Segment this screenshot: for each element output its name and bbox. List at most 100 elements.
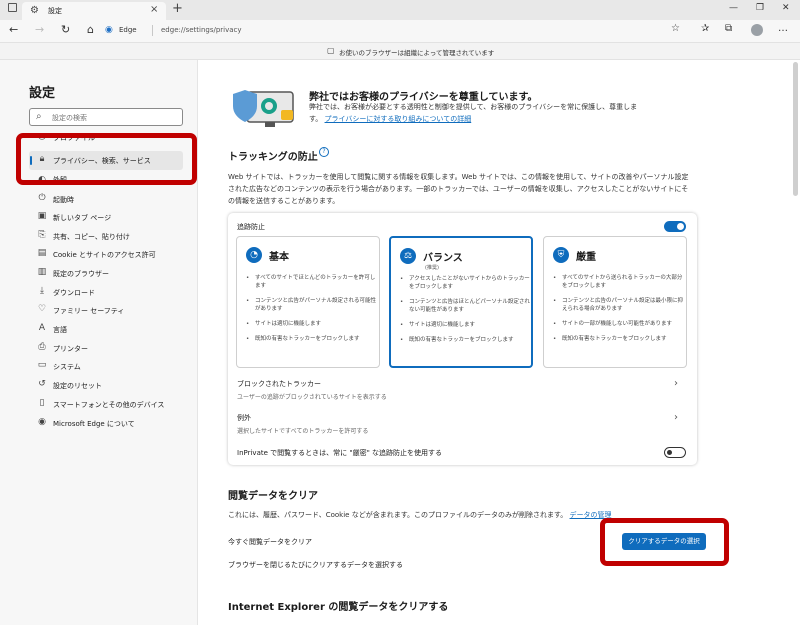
sidebar-item-printers[interactable]: ⎙ プリンター [29, 339, 183, 358]
toggle-knob [677, 223, 684, 230]
bullet: すべてのサイトでほとんどのトラッカーを許可します [246, 274, 376, 290]
sidebar-item-startup[interactable]: ⏻ 起動時 [29, 190, 183, 209]
managed-notice: お使いのブラウザーは組織によって管理されています [339, 49, 495, 57]
option-bullets: すべてのサイトから送られるトラッカーの大部分をブロックします コンテンツと広告の… [553, 274, 683, 350]
new-tab-button[interactable]: + [172, 1, 183, 16]
close-window-button[interactable]: ✕ [782, 3, 790, 13]
favorites-icon[interactable]: ✰ [701, 23, 709, 34]
gear-icon: ⚙ [30, 5, 39, 16]
collections-icon[interactable]: ⧉ [725, 23, 732, 34]
bullet: サイトの一部が機能しない可能性があります [553, 320, 683, 328]
scrollbar[interactable] [793, 62, 798, 196]
sidebar-item-downloads[interactable]: ⤓ ダウンロード [29, 283, 183, 302]
sidebar-item-label: システム [53, 363, 81, 371]
sidebar-item-share[interactable]: ⎘ 共有、コピー、貼り付け [29, 227, 183, 246]
phone-icon: ▯ [39, 398, 45, 408]
address-host: Edge [119, 26, 137, 34]
refresh-icon[interactable]: ↻ [61, 23, 70, 36]
clear-heading: 閲覧データをクリア [228, 491, 318, 502]
sidebar-item-label: 言語 [53, 326, 67, 334]
reset-icon: ↺ [38, 379, 46, 389]
blocked-trackers-row[interactable]: ブロックされたトラッカー ユーザーの追跡がブロックされているサイトを表示する › [228, 376, 697, 404]
sidebar-item-label: ダウンロード [53, 289, 95, 297]
option-strict[interactable]: ⛨ 厳重 すべてのサイトから送られるトラッカーの大部分をブロックします コンテン… [543, 236, 687, 368]
bullet: サイトは適切に機能します [246, 320, 376, 328]
bullet: コンテンツと広告がパーソナル設定される可能性があります [246, 297, 376, 313]
family-icon: ♡ [37, 304, 47, 314]
minimize-button[interactable]: — [729, 3, 738, 13]
sidebar-item-family[interactable]: ♡ ファミリー セーフティ [29, 301, 183, 320]
clear-desc-text: これには、履歴、パスワード、Cookie などが含まれます。このプロファイルのデ… [228, 511, 568, 519]
tracking-heading: トラッキングの防止 [228, 152, 318, 163]
clear-description: これには、履歴、パスワード、Cookie などが含まれます。このプロファイルのデ… [228, 509, 612, 521]
tracking-toggle[interactable] [664, 221, 686, 232]
cookie-icon: ▤ [37, 248, 47, 258]
chevron-right-icon: › [674, 412, 678, 423]
sidebar-item-languages[interactable]: A 言語 [29, 320, 183, 339]
sidebar-item-label: 共有、コピー、貼り付け [53, 233, 130, 241]
clear-on-close-label[interactable]: ブラウザーを閉じるたびにクリアするデータを選択する [228, 560, 403, 570]
bullet: 既知の有害なトラッカーをブロックします [553, 335, 683, 343]
sidebar-item-label: プリンター [53, 345, 88, 353]
forward-icon[interactable]: → [35, 23, 44, 36]
toggle-knob [667, 450, 672, 455]
basic-icon: ◔ [246, 247, 262, 263]
sidebar-item-label: 起動時 [53, 196, 74, 204]
managed-notice-bar: ▢ お使いのブラウザーは組織によって管理されています [0, 42, 800, 60]
balance-icon: ⚖ [400, 248, 416, 264]
sidebar-item-label: 設定のリセット [53, 382, 102, 390]
hero-description: 弊社では、お客様が必要とする透明性と制御を提供して、お客様のプライバシーを常に保… [309, 101, 639, 125]
privacy-illustration [229, 86, 299, 130]
option-name: 厳重 [576, 252, 596, 263]
help-icon[interactable]: ? [319, 147, 329, 157]
language-icon: A [38, 323, 46, 333]
sidebar-item-cookies[interactable]: ▤ Cookie とサイトのアクセス許可 [29, 245, 183, 264]
close-tab-icon[interactable]: × [150, 4, 158, 15]
edge-icon: ◉ [105, 25, 113, 35]
avatar[interactable] [751, 24, 763, 36]
search-input[interactable] [52, 112, 177, 123]
briefcase-icon: ▢ [327, 46, 335, 55]
option-name: バランス [423, 253, 463, 264]
inprivate-toggle[interactable] [664, 447, 686, 458]
option-bullets: すべてのサイトでほとんどのトラッカーを許可します コンテンツと広告がパーソナル設… [246, 274, 376, 350]
maximize-button[interactable]: ❐ [756, 3, 764, 13]
tab-title: 設定 [48, 7, 62, 15]
tab-actions-icon[interactable] [8, 3, 17, 12]
printer-icon: ⎙ [38, 342, 46, 352]
sidebar-item-newtab[interactable]: ▣ 新しいタブ ページ [29, 208, 183, 227]
option-balanced[interactable]: ⚖ バランス (推奨) アクセスしたことがないサイトからのトラッカーをブロックし… [389, 236, 533, 368]
option-basic[interactable]: ◔ 基本 すべてのサイトでほとんどのトラッカーを許可します コンテンツと広告がパ… [236, 236, 380, 368]
address-bar[interactable]: ◉ Edge edge://settings/privacy [105, 22, 687, 40]
sidebar-item-system[interactable]: ▭ システム [29, 357, 183, 376]
sidebar-item-phone[interactable]: ▯ スマートフォンとその他のデバイス [29, 395, 183, 414]
sidebar-item-reset[interactable]: ↺ 設定のリセット [29, 376, 183, 395]
bullet: サイトは適切に機能します [400, 321, 530, 329]
system-icon: ▭ [37, 360, 47, 370]
edge-icon: ◉ [38, 417, 46, 427]
home-icon[interactable]: ⌂ [87, 23, 94, 36]
highlight-box [16, 133, 197, 185]
exceptions-row[interactable]: 例外 選択したサイトですべてのトラッカーを許可する › [228, 410, 697, 438]
download-icon: ⤓ [40, 286, 44, 296]
ie-heading: Internet Explorer の閲覧データをクリアする [228, 602, 449, 613]
favorite-star-icon[interactable]: ☆ [671, 23, 680, 34]
blocked-trackers-sub: ユーザーの追跡がブロックされているサイトを表示する [237, 394, 387, 401]
browser-tab[interactable]: ⚙ 設定 × [22, 2, 166, 20]
blocked-trackers-title: ブロックされたトラッカー [237, 380, 321, 388]
sidebar-item-default-browser[interactable]: ▥ 既定のブラウザー [29, 264, 183, 283]
tracking-toggle-label: 追跡防止 [237, 223, 265, 231]
bullet: 既知の有害なトラッカーをブロックします [400, 336, 530, 344]
sidebar-item-about[interactable]: ◉ Microsoft Edge について [29, 414, 183, 433]
bullet: コンテンツと広告のパーソナル設定は最小限に抑えられる場合があります [553, 297, 683, 313]
power-icon: ⏻ [38, 193, 46, 203]
search-box[interactable]: ⌕ [29, 108, 183, 126]
privacy-commitment-link[interactable]: プライバシーに対する取り組みについての詳細 [325, 115, 472, 123]
sidebar-item-label: スマートフォンとその他のデバイス [53, 401, 165, 409]
back-icon[interactable]: ← [9, 23, 18, 36]
more-icon[interactable]: … [778, 23, 788, 34]
chevron-right-icon: › [674, 378, 678, 389]
bullet: すべてのサイトから送られるトラッカーの大部分をブロックします [553, 274, 683, 290]
address-url[interactable]: edge://settings/privacy [161, 26, 242, 34]
sidebar-item-label: 既定のブラウザー [53, 270, 109, 278]
